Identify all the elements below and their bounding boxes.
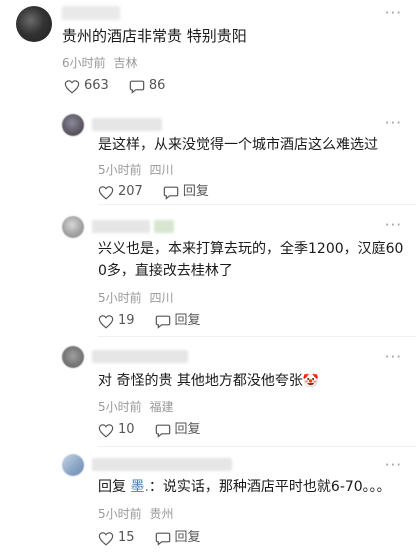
more-options-icon[interactable]: ··· <box>385 218 402 233</box>
divider <box>98 204 416 205</box>
divider <box>98 336 416 337</box>
like-count: 10 <box>118 422 135 437</box>
reply-time: 5小时前 <box>98 163 142 177</box>
avatar[interactable] <box>62 454 84 476</box>
avatar[interactable] <box>16 6 52 42</box>
heart-icon <box>98 185 114 200</box>
reply-item: ··· 是这样，从来没觉得一个城市酒店这么难选过 5小时前 四川 207 回复 <box>62 112 416 212</box>
reply-item: ··· 回复 墨.：说实话，那种酒店平时也就6-70。。。 5小时前 贵州 15… <box>62 452 416 552</box>
like-count: 15 <box>118 530 135 545</box>
comment-time: 6小时前 <box>62 56 106 70</box>
more-options-icon[interactable]: ··· <box>385 350 402 365</box>
reply-to-user-link[interactable]: 墨. <box>130 479 148 495</box>
username-blurred[interactable] <box>92 220 150 233</box>
like-button[interactable]: 15 <box>98 529 135 547</box>
like-button[interactable]: 663 <box>64 77 109 95</box>
reply-text: 是这样，从来没觉得一个城市酒店这么难选过 <box>98 137 378 153</box>
comment-text: 贵州的酒店非常贵 特别贵阳 <box>62 27 247 45</box>
reply-meta: 5小时前 四川 <box>98 290 173 306</box>
more-options-icon[interactable]: ··· <box>385 458 402 473</box>
reply-item: ··· 兴义也是，本来打算去玩的，全季1200，汉庭600多，直接改去桂林了 5… <box>62 214 416 338</box>
reply-prefix: 回复 <box>98 479 126 495</box>
comment-button[interactable]: 86 <box>129 77 166 95</box>
reply-button[interactable]: 回复 <box>155 421 201 439</box>
reply-time: 5小时前 <box>98 507 142 521</box>
divider <box>98 446 416 447</box>
comment-actions: 663 86 <box>64 77 185 95</box>
more-options-icon[interactable]: ··· <box>385 6 402 21</box>
reply-button-label: 回复 <box>182 184 209 199</box>
username-blurred[interactable] <box>92 350 188 363</box>
clown-emoji: 🤡 <box>302 374 320 389</box>
heart-icon <box>98 314 114 329</box>
reply-button-label: 回复 <box>174 530 201 545</box>
username-blurred[interactable] <box>92 118 162 131</box>
comment-icon <box>155 424 170 438</box>
comment-icon <box>163 186 179 200</box>
comment-count: 86 <box>148 78 166 93</box>
comment-icon <box>129 80 145 94</box>
username-blurred[interactable] <box>154 220 174 233</box>
like-button[interactable]: 19 <box>98 312 135 330</box>
reply-location: 贵州 <box>149 507 174 521</box>
reply-button[interactable]: 回复 <box>155 312 201 330</box>
reply-location: 福建 <box>149 400 174 414</box>
like-button[interactable]: 10 <box>98 421 135 439</box>
reply-text: 对 奇怪的贵 其他地方都没他夸张 <box>98 373 303 389</box>
more-options-icon[interactable]: ··· <box>385 116 402 131</box>
like-count: 207 <box>118 184 143 199</box>
username-blurred[interactable] <box>62 6 120 20</box>
reply-meta: 5小时前 福建 <box>98 399 173 415</box>
avatar[interactable] <box>62 216 84 238</box>
like-count: 663 <box>84 78 109 93</box>
reply-text: 兴义也是，本来打算去玩的，全季1200，汉庭600多，直接改去桂林了 <box>98 241 404 279</box>
reply-button-label: 回复 <box>174 313 201 328</box>
reply-actions: 19 回复 <box>98 312 221 330</box>
username-blurred[interactable] <box>92 458 232 471</box>
reply-text: ：说实话，那种酒店平时也就6-70。。。 <box>148 479 391 495</box>
heart-icon <box>64 79 80 94</box>
heart-icon <box>98 423 114 438</box>
comment-icon <box>155 532 170 546</box>
reply-actions: 207 回复 <box>98 183 229 201</box>
reply-time: 5小时前 <box>98 400 142 414</box>
reply-meta: 5小时前 贵州 <box>98 506 173 522</box>
reply-button[interactable]: 回复 <box>155 529 201 547</box>
top-comment: ··· 贵州的酒店非常贵 特别贵阳 6小时前 吉林 663 86 <box>0 0 416 108</box>
reply-text-container: 对 奇怪的贵 其他地方都没他夸张🤡 <box>98 370 404 393</box>
reply-meta: 5小时前 四川 <box>98 162 173 178</box>
reply-item: ··· 对 奇怪的贵 其他地方都没他夸张🤡 5小时前 福建 10 回复 <box>62 344 416 448</box>
heart-icon <box>98 531 114 546</box>
avatar[interactable] <box>62 346 84 368</box>
reply-actions: 10 回复 <box>98 421 221 439</box>
comment-meta: 6小时前 吉林 <box>62 55 137 71</box>
reply-button[interactable]: 回复 <box>163 183 209 201</box>
avatar[interactable] <box>62 114 84 136</box>
reply-location: 四川 <box>149 291 174 305</box>
reply-button-label: 回复 <box>174 422 201 437</box>
like-count: 19 <box>118 313 135 328</box>
comment-icon <box>155 315 170 329</box>
reply-text-container: 回复 墨.：说实话，那种酒店平时也就6-70。。。 <box>98 476 404 498</box>
reply-time: 5小时前 <box>98 291 142 305</box>
reply-location: 四川 <box>149 163 174 177</box>
comment-location: 吉林 <box>113 56 138 70</box>
reply-actions: 15 回复 <box>98 529 221 547</box>
like-button[interactable]: 207 <box>98 183 143 201</box>
